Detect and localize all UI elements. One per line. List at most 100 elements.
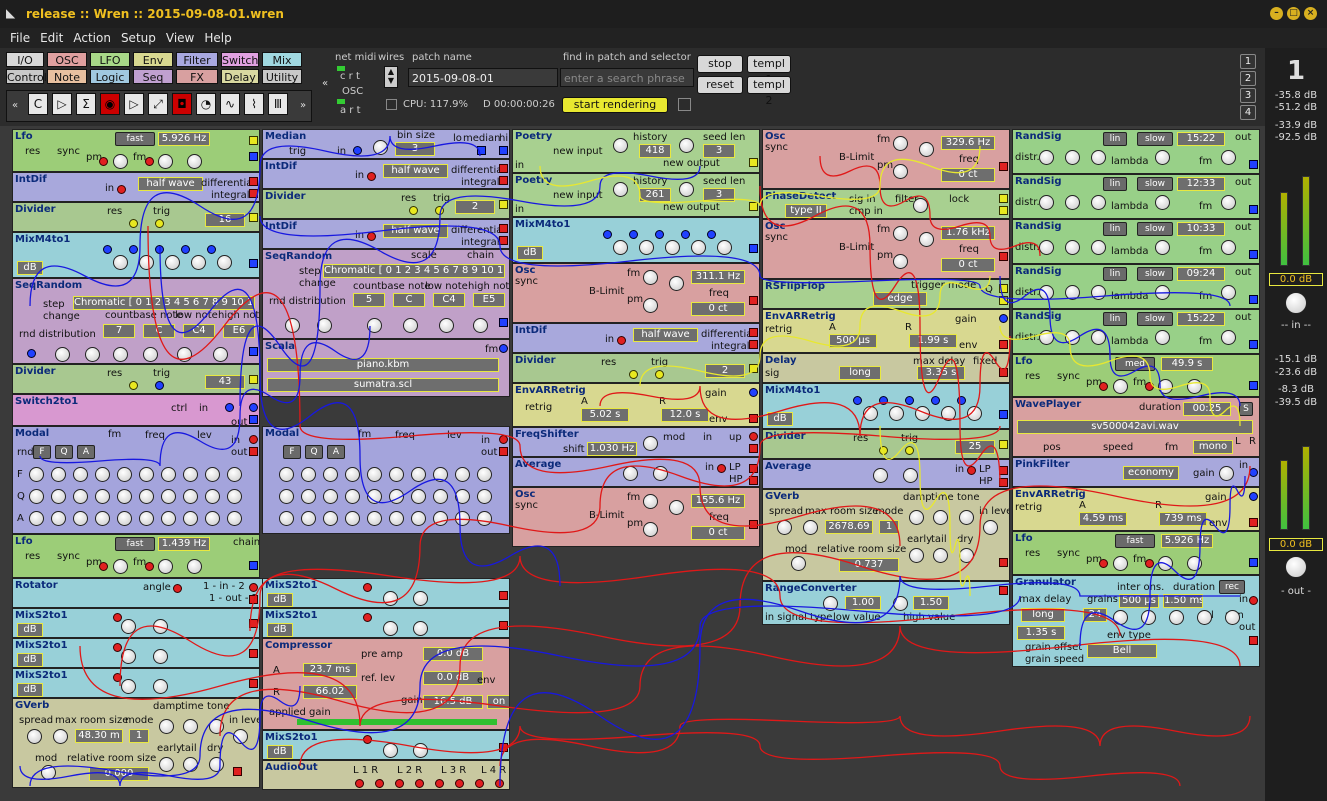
tab-note[interactable]: Note bbox=[47, 69, 87, 84]
input-port[interactable] bbox=[363, 583, 372, 592]
module-mixm4to1c[interactable]: MixM4to1 dB bbox=[762, 383, 1010, 429]
value-display[interactable]: E5 bbox=[473, 293, 505, 307]
parameter-knob[interactable] bbox=[1225, 610, 1240, 625]
buffer-module-icon[interactable]: ▷ bbox=[124, 93, 144, 115]
value-display[interactable]: 3 bbox=[395, 142, 435, 156]
module-rangeconv[interactable]: RangeConverter 1.00 1.50 in signal type low … bbox=[762, 581, 1010, 625]
input-port[interactable] bbox=[375, 779, 384, 788]
parameter-knob[interactable] bbox=[439, 318, 454, 333]
value-display[interactable]: 49.9 s bbox=[1161, 357, 1213, 371]
parameter-knob[interactable] bbox=[317, 318, 332, 333]
module-mixs2to1b[interactable]: MixS2to1 dB bbox=[12, 638, 260, 668]
parameter-knob[interactable] bbox=[165, 255, 180, 270]
parameter-knob[interactable] bbox=[233, 729, 248, 744]
page-2-button[interactable]: 2 bbox=[1240, 71, 1256, 86]
output-port[interactable] bbox=[477, 146, 486, 155]
stop-button[interactable]: stop bbox=[697, 55, 743, 73]
module-lfo2[interactable]: Lfo fast 1.439 Hz res sync pm fm chain bbox=[12, 534, 260, 578]
input-port[interactable] bbox=[155, 381, 164, 390]
parameter-knob[interactable] bbox=[903, 468, 918, 483]
menu-view[interactable]: View bbox=[161, 28, 199, 45]
module-button[interactable]: Q bbox=[55, 445, 73, 459]
module-pinkfilter[interactable]: PinkFilter economy gain in bbox=[1012, 457, 1260, 487]
parameter-knob[interactable] bbox=[909, 548, 924, 563]
input-port[interactable] bbox=[249, 403, 258, 412]
module-granulator[interactable]: Granulator inter ons. duration rec max delay… bbox=[1012, 575, 1260, 667]
parameter-knob[interactable] bbox=[161, 511, 176, 526]
value-display[interactable]: 0.737 bbox=[839, 558, 899, 572]
value-display[interactable]: E6 bbox=[223, 324, 255, 338]
input-port[interactable] bbox=[173, 584, 182, 593]
input-port[interactable] bbox=[1145, 382, 1154, 391]
tab-lfo[interactable]: LFO bbox=[90, 52, 130, 67]
value-display[interactable]: 0.0 dB bbox=[423, 647, 483, 661]
input-port[interactable] bbox=[629, 230, 638, 239]
parameter-knob[interactable] bbox=[717, 240, 732, 255]
input-port[interactable] bbox=[931, 396, 940, 405]
module-button[interactable]: lin bbox=[1103, 177, 1127, 191]
module-randsig.3[interactable]: RandSig lin slow 09:24 distr. lambda fm out bbox=[1012, 264, 1260, 309]
value-display[interactable]: 2 bbox=[705, 364, 745, 378]
input-port[interactable] bbox=[225, 403, 234, 412]
module-envar2[interactable]: EnvARRetrig retrig A R 500 µs 1.99 s gain env bbox=[762, 309, 1010, 353]
parameter-knob[interactable] bbox=[139, 511, 154, 526]
parameter-knob[interactable] bbox=[613, 138, 628, 153]
parameter-knob[interactable] bbox=[1141, 610, 1156, 625]
input-port[interactable] bbox=[617, 336, 626, 345]
parameter-knob[interactable] bbox=[679, 138, 694, 153]
value-display[interactable]: 1 bbox=[129, 729, 149, 743]
module-button[interactable]: S bbox=[1239, 402, 1253, 416]
patch-workspace[interactable]: Lfo fast 5.926 Hz res sync pm fm IntDif half wav… bbox=[0, 126, 1265, 801]
parameter-knob[interactable] bbox=[411, 467, 426, 482]
output-port[interactable] bbox=[1249, 340, 1258, 349]
parameter-knob[interactable] bbox=[411, 511, 426, 526]
module-mixm4to1b[interactable]: MixM4to1 dB bbox=[512, 217, 760, 263]
module-osc1[interactable]: Osc sync fm pm 311.1 Hz B-Limit freq 0 ct bbox=[512, 263, 760, 323]
parameter-knob[interactable] bbox=[41, 765, 56, 780]
scale-module-icon[interactable]: ⤢ bbox=[148, 93, 168, 115]
output-port[interactable] bbox=[999, 162, 1008, 171]
parameter-knob[interactable] bbox=[367, 467, 382, 482]
module-mixs2to1d[interactable]: MixS2to1 dB bbox=[262, 578, 510, 608]
templ1-button[interactable]: templ 1 bbox=[747, 55, 791, 86]
input-port[interactable] bbox=[879, 396, 888, 405]
input-port[interactable] bbox=[1249, 468, 1258, 477]
input-port[interactable] bbox=[475, 779, 484, 788]
parameter-knob[interactable] bbox=[913, 198, 928, 213]
module-intdif1[interactable]: IntDif half wave in differential integral bbox=[12, 172, 260, 202]
parameter-knob[interactable] bbox=[1039, 195, 1054, 210]
parameter-knob[interactable] bbox=[455, 489, 470, 504]
module-rsflip[interactable]: RSFlipFlop trigger mode edge Q bbox=[762, 279, 1010, 309]
module-switch2to1[interactable]: Switch2to1 ctrl in out bbox=[12, 394, 260, 426]
parameter-knob[interactable] bbox=[73, 511, 88, 526]
value-display[interactable]: 1.50 bbox=[913, 596, 949, 610]
value-display[interactable]: edge bbox=[873, 292, 927, 306]
parameter-knob[interactable] bbox=[1091, 195, 1106, 210]
parameter-knob[interactable] bbox=[95, 511, 110, 526]
module-gverb1[interactable]: GVerb damp time tone spread max room size mode… bbox=[12, 698, 260, 788]
value-display[interactable]: 3.35 s bbox=[917, 366, 965, 380]
input-port[interactable] bbox=[367, 232, 376, 241]
module-button[interactable]: A bbox=[77, 445, 95, 459]
output-port[interactable] bbox=[999, 284, 1008, 293]
parameter-knob[interactable] bbox=[285, 318, 300, 333]
input-port[interactable] bbox=[113, 673, 122, 682]
parameter-knob[interactable] bbox=[1187, 379, 1202, 394]
parameter-knob[interactable] bbox=[227, 467, 242, 482]
parameter-knob[interactable] bbox=[85, 347, 100, 362]
parameter-knob[interactable] bbox=[177, 347, 192, 362]
parameter-knob[interactable] bbox=[1155, 195, 1170, 210]
module-divider2[interactable]: Divider res trig 43 bbox=[12, 364, 260, 394]
parameter-knob[interactable] bbox=[158, 559, 173, 574]
page-4-button[interactable]: 4 bbox=[1240, 105, 1256, 120]
parameter-knob[interactable] bbox=[27, 729, 42, 744]
output-port[interactable] bbox=[749, 244, 758, 253]
input-port[interactable] bbox=[113, 643, 122, 652]
value-display[interactable]: 155.6 Hz bbox=[691, 494, 745, 508]
parameter-knob[interactable] bbox=[183, 467, 198, 482]
parameter-knob[interactable] bbox=[477, 511, 492, 526]
parameter-knob[interactable] bbox=[153, 679, 168, 694]
parameter-knob[interactable] bbox=[389, 489, 404, 504]
parameter-knob[interactable] bbox=[933, 510, 948, 525]
parameter-knob[interactable] bbox=[1091, 285, 1106, 300]
